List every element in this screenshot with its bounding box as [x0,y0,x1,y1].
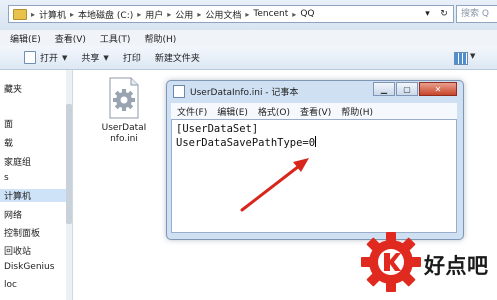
maximize-button[interactable]: ▢ [396,82,418,96]
nav-item-computer[interactable]: 计算机 [0,189,70,202]
navigation-pane: 藏夹 面 载 家庭组 s 计算机 网络 控制面板 回收站 DiskGenius … [0,70,73,300]
notepad-title-bar[interactable]: UserDataInfo.ini - 记事本 [173,83,298,99]
nav-item-favorites[interactable]: 藏夹 [4,82,22,95]
address-bar-row: ▸ 计算机 ▸ 本地磁盘 (C:) ▸ 用户 ▸ 公用 ▸ 公用文档 ▸ Ten… [0,0,497,30]
sidebar-scrollbar[interactable] [66,70,72,300]
notepad-menu-bar: 文件(F) 编辑(E) 格式(O) 查看(V) 帮助(H) [171,103,457,119]
breadcrumb-separator: ▸ [31,9,36,19]
breadcrumb-separator: ▸ [70,9,75,19]
breadcrumb-tencent[interactable]: Tencent [253,9,288,19]
share-button[interactable]: 共享 ▼ [81,51,109,65]
nav-item-s[interactable]: s [4,173,9,183]
nav-item-diskgenius[interactable]: DiskGenius [4,262,54,272]
refresh-icon[interactable]: ↻ [440,9,448,19]
np-menu-view[interactable]: 查看(V) [300,105,331,118]
address-bar-buttons: ▾ ↻ [420,5,454,23]
breadcrumb-separator: ▸ [197,9,202,19]
window-controls: ▁ ▢ ✕ [373,82,457,96]
search-input[interactable]: 搜索 Q [456,5,497,23]
minimize-button[interactable]: ▁ [373,82,395,96]
file-name-line1: UserDataI [101,123,147,133]
breadcrumb-separator: ▸ [137,9,142,19]
text-line-1: [UserDataSet] [176,123,259,135]
new-folder-button[interactable]: 新建文件夹 [155,51,200,64]
notepad-icon [173,84,185,98]
close-button[interactable]: ✕ [419,82,457,96]
document-icon [24,51,36,64]
ini-settings-file-icon [105,76,143,120]
nav-item-loc[interactable]: loc [4,280,17,290]
notepad-text-area[interactable]: [UserDataSet] UserDataSavePathType=0 [171,119,457,233]
file-name-line2: nfo.ini [110,134,138,144]
np-menu-edit[interactable]: 编辑(E) [217,105,248,118]
open-label: 打开 [40,54,59,64]
breadcrumb-separator: ▸ [245,9,250,19]
menu-edit[interactable]: 编辑(E) [10,32,41,45]
breadcrumb-separator: ▸ [167,9,172,19]
nav-item-recycle-bin[interactable]: 回收站 [4,244,31,257]
text-cursor [315,136,317,147]
breadcrumb-computer[interactable]: 计算机 [39,8,66,21]
print-button[interactable]: 打印 [123,51,141,64]
menu-tools[interactable]: 工具(T) [100,32,131,45]
breadcrumb-qq[interactable]: QQ [300,9,314,19]
dropdown-arrow-icon[interactable]: ▾ [425,9,430,19]
file-item[interactable]: UserDataI nfo.ini [96,76,152,145]
menu-help[interactable]: 帮助(H) [144,32,176,45]
nav-item-network[interactable]: 网络 [4,208,22,221]
notepad-window[interactable]: UserDataInfo.ini - 记事本 ▁ ▢ ✕ 文件(F) 编辑(E)… [166,80,464,240]
nav-item-downloads[interactable]: 载 [4,136,13,149]
notepad-title: UserDataInfo.ini - 记事本 [190,87,299,98]
watermark-text: 好点吧 [424,254,489,278]
open-button[interactable]: 打开 ▼ [24,51,67,64]
watermark-logo-icon [361,232,421,292]
text-line-2: UserDataSavePathType=0 [176,136,452,150]
text-line-2-content: UserDataSavePathType=0 [176,137,316,149]
breadcrumb-public-documents[interactable]: 公用文档 [205,8,241,21]
folder-icon [13,8,27,20]
scrollbar-thumb[interactable] [66,104,72,224]
menu-bar: 编辑(E) 查看(V) 工具(T) 帮助(H) [0,30,497,46]
chevron-down-icon[interactable]: ▼ [470,52,475,60]
share-label: 共享 [81,54,100,64]
chevron-down-icon: ▼ [62,53,68,62]
nav-item-control-panel[interactable]: 控制面板 [4,226,40,239]
view-options-icon[interactable] [454,52,468,65]
breadcrumb-public[interactable]: 公用 [175,8,193,21]
np-menu-file[interactable]: 文件(F) [177,105,207,118]
breadcrumb-separator: ▸ [292,9,297,19]
nav-item-desktop[interactable]: 面 [4,117,13,130]
toolbar: 打开 ▼ 共享 ▼ 打印 新建文件夹 ▼ [0,46,497,70]
breadcrumb-users[interactable]: 用户 [145,8,163,21]
address-bar[interactable]: ▸ 计算机 ▸ 本地磁盘 (C:) ▸ 用户 ▸ 公用 ▸ 公用文档 ▸ Ten… [8,5,428,23]
np-menu-format[interactable]: 格式(O) [258,105,290,118]
chevron-down-icon: ▼ [103,53,109,62]
nav-item-homegroup[interactable]: 家庭组 [4,155,31,168]
np-menu-help[interactable]: 帮助(H) [341,105,373,118]
menu-view[interactable]: 查看(V) [55,32,86,45]
breadcrumb-local-disk[interactable]: 本地磁盘 (C:) [78,8,133,21]
